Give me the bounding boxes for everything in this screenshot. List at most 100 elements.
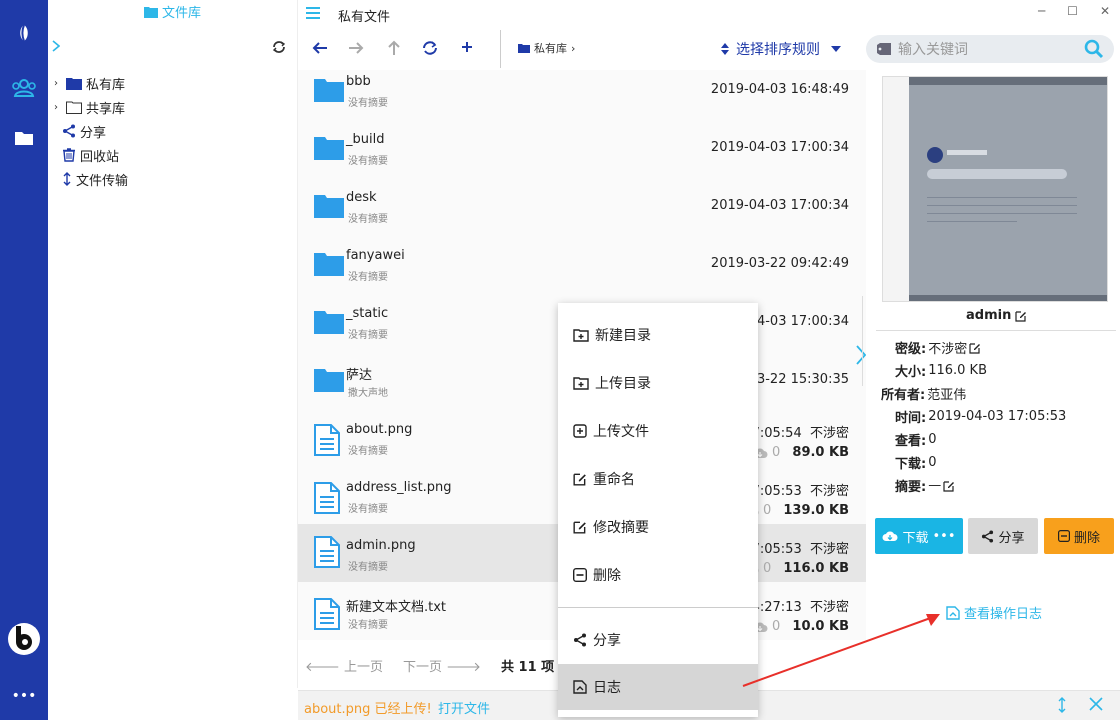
menu-divider: [558, 607, 758, 608]
edit-icon[interactable]: [1015, 310, 1027, 322]
preview-thumbnail[interactable]: [882, 76, 1108, 302]
file-date: 2019-03-22 09:42:49: [710, 256, 849, 271]
transfer-icon[interactable]: [1058, 697, 1066, 713]
library-title-label: 文件库: [162, 6, 202, 21]
file-date: 2019-04-03 17:00:34: [710, 198, 849, 213]
menu-edit-summary[interactable]: 修改摘要: [558, 504, 758, 550]
tree-item-shared[interactable]: › 共享库: [54, 97, 125, 117]
menu-log[interactable]: 日志: [558, 664, 758, 710]
file-row[interactable]: desk 没有摘要 2019-04-03 17:00:34: [298, 186, 866, 244]
sort-label: 选择排序规则: [736, 42, 820, 58]
refresh-icon[interactable]: [422, 40, 438, 60]
delete-button[interactable]: 删除: [1044, 518, 1114, 554]
share-button[interactable]: 分享: [968, 518, 1038, 554]
edit-icon: [573, 521, 586, 534]
view-log-link[interactable]: 查看操作日志: [946, 603, 1042, 622]
next-page-button[interactable]: 下一页 🡒: [403, 656, 481, 675]
edit-icon[interactable]: [969, 342, 981, 354]
file-date: 7:05:53 不涉密: [751, 542, 849, 557]
folder-icon[interactable]: [0, 130, 48, 146]
users-icon[interactable]: [0, 78, 48, 98]
tree-item-transfer[interactable]: 文件传输: [62, 169, 128, 189]
file-summary: 没有摘要: [348, 156, 388, 167]
chevron-right-icon[interactable]: ›: [54, 102, 62, 113]
document-icon: [314, 598, 340, 630]
file-date: 7:05:54 不涉密: [751, 426, 849, 441]
context-menu: 新建目录 上传目录 上传文件 重命名 修改摘要 删除 分享 日志: [558, 303, 758, 717]
close-icon[interactable]: [1088, 696, 1104, 712]
menu-rename[interactable]: 重命名: [558, 456, 758, 502]
close-icon[interactable]: ✕: [1100, 4, 1110, 18]
add-icon[interactable]: [460, 40, 474, 58]
folder-icon: [314, 79, 344, 102]
app-rail: •••: [0, 0, 48, 720]
tree-item-share[interactable]: 分享: [62, 121, 106, 141]
tree-item-recycle[interactable]: 回收站: [62, 145, 119, 165]
toolbar: 私有库 › 选择排序规则 输入关键词: [298, 30, 1120, 70]
edit-icon: [573, 473, 586, 486]
file-date: 2019-04-03 17:00:34: [710, 140, 849, 155]
file-row[interactable]: bbb 没有摘要 2019-04-03 16:48:49: [298, 70, 866, 128]
prop-views: 查看: 0: [895, 432, 937, 449]
title-bar: 私有文件 ─ ☐ ✕: [298, 0, 1120, 30]
edit-icon[interactable]: [943, 480, 955, 492]
tree-item-label: 共享库: [86, 101, 126, 117]
file-name: desk: [346, 190, 377, 205]
tree-sidebar: 文件库 › 私有库 › 共享库 分享 回收站 文件传输: [48, 0, 298, 688]
prop-downloads: 下载: 0: [895, 455, 937, 472]
file-date: 7:05:53 不涉密: [751, 484, 849, 499]
search-input[interactable]: 输入关键词: [898, 39, 968, 59]
search-box[interactable]: 输入关键词: [866, 35, 1114, 63]
chevron-right-icon[interactable]: ›: [54, 78, 62, 89]
folder-plus-icon: [573, 329, 589, 342]
tree-item-label: 分享: [80, 125, 107, 141]
folder-icon: [314, 369, 344, 392]
caret-down-icon: [831, 46, 841, 52]
file-summary: 没有摘要: [348, 98, 388, 109]
refresh-tree-icon[interactable]: [272, 40, 286, 58]
pane-divider: [862, 296, 863, 386]
library-title[interactable]: 文件库: [144, 2, 201, 21]
file-name: 新建文本文档.txt: [346, 600, 447, 615]
prop-summary: 摘要: —: [895, 476, 955, 495]
search-icon[interactable]: [1084, 39, 1104, 59]
hamburger-icon[interactable]: [306, 7, 320, 23]
log-icon: [946, 605, 960, 620]
maximize-icon[interactable]: ☐: [1067, 4, 1078, 18]
cloud-download-icon: [882, 531, 898, 541]
folder-icon: [144, 6, 158, 18]
log-icon: [573, 680, 587, 694]
sort-select[interactable]: 选择排序规则: [720, 39, 842, 59]
menu-upload-folder[interactable]: 上传目录: [558, 360, 758, 406]
expand-tree-icon[interactable]: [52, 40, 61, 56]
up-icon[interactable]: [386, 40, 402, 60]
back-icon[interactable]: [312, 40, 328, 60]
folder-icon: [66, 77, 82, 90]
minus-square-icon: [1057, 530, 1070, 542]
folder-icon: [314, 253, 344, 276]
share-icon: [574, 633, 586, 647]
forward-icon[interactable]: [348, 40, 364, 60]
file-row[interactable]: _build 没有摘要 2019-04-03 17:00:34: [298, 128, 866, 186]
file-name: address_list.png: [346, 480, 452, 495]
open-file-link[interactable]: 打开文件: [438, 698, 490, 717]
menu-upload-file[interactable]: 上传文件: [558, 408, 758, 454]
more-icon[interactable]: •••: [933, 529, 956, 544]
prop-size: 大小: 116.0 KB: [895, 363, 987, 380]
tree-item-private[interactable]: › 私有库: [54, 73, 125, 93]
more-icon[interactable]: •••: [0, 688, 48, 704]
document-icon: [314, 536, 340, 568]
prev-page-button[interactable]: 🡐 上一页: [305, 656, 383, 675]
breadcrumb[interactable]: 私有库 ›: [518, 40, 575, 56]
brand-icon[interactable]: [0, 24, 48, 42]
minimize-icon[interactable]: ─: [1038, 4, 1045, 18]
menu-new-folder[interactable]: 新建目录: [558, 312, 758, 358]
menu-delete[interactable]: 删除: [558, 552, 758, 598]
folder-icon: [314, 195, 344, 218]
annotation-arrow: [742, 614, 940, 687]
file-level: 不涉密: [809, 484, 849, 499]
file-row[interactable]: fanyawei 没有摘要 2019-03-22 09:42:49: [298, 244, 866, 302]
menu-share[interactable]: 分享: [558, 617, 758, 663]
download-button[interactable]: 下载 •••: [875, 518, 963, 554]
chevron-right-icon[interactable]: [856, 345, 867, 369]
